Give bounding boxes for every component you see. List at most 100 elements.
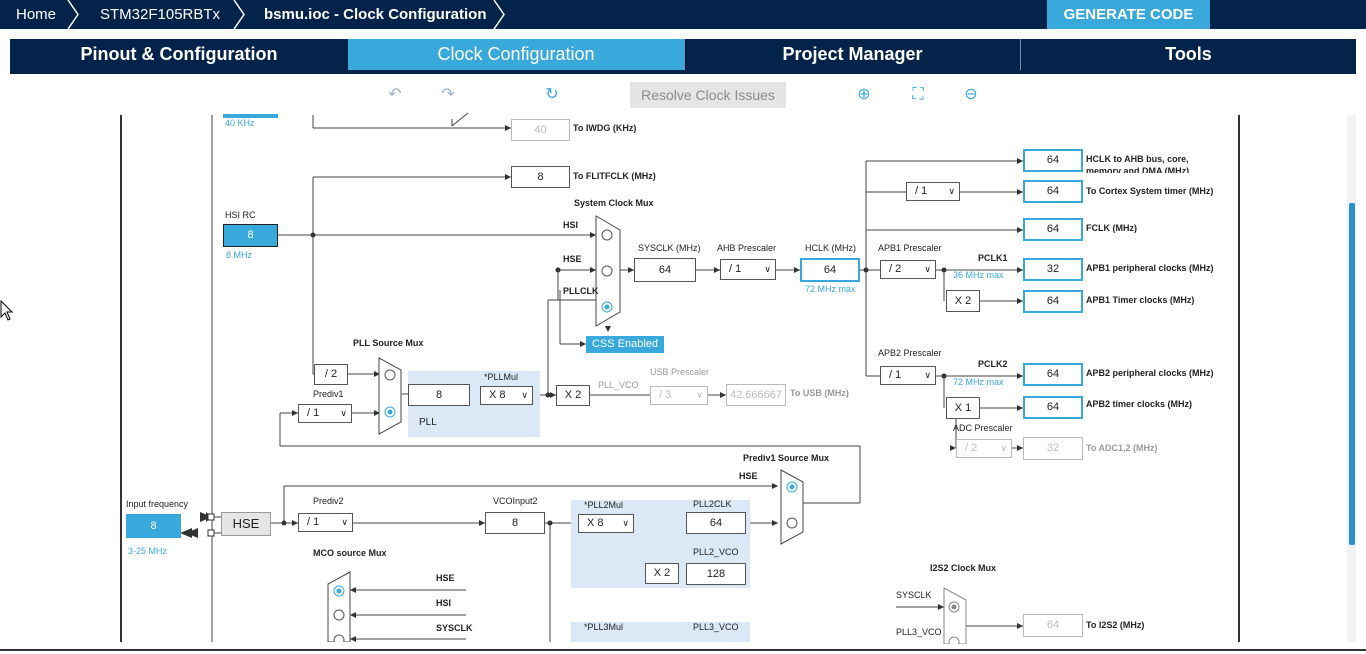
hclk-ahb-output: 64 [1023,149,1083,172]
apb1-timer-multiplier: X 2 [946,290,980,312]
pll2-vco-multiplier: X 2 [645,563,679,584]
apb1-timer-label: APB1 Timer clocks (MHz) [1086,295,1195,305]
mouse-cursor-icon [0,300,14,321]
hsi-rc-label: HSI RC [225,210,256,220]
vcoinput2-value: 8 [485,512,545,534]
apb1-prescaler-label: APB1 Prescaler [878,243,942,253]
usb-prescaler-label: USB Prescaler [650,367,710,377]
pll2-vco-label: PLL2_VCO [693,547,739,557]
prediv2-label: Prediv2 [313,496,344,506]
chevron-down-icon: ∨ [341,517,348,527]
i2s2-pll3-label: PLL3_VCO [896,627,942,637]
hclk-max: 72 MHz max [805,284,856,294]
chevron-down-icon: ∨ [340,408,347,418]
iwdg-label: To IWDG (KHz) [573,123,637,133]
mco-hse-label: HSE [436,573,455,583]
hsi-div2: / 2 [314,364,348,385]
lsi-frequency: 40 KHz [225,118,255,128]
apb2-prescaler-select[interactable]: / 1 ∨ [880,366,936,385]
hclk-ahb-label: HCLK to AHB bus, core, memory and DMA (M… [1086,154,1190,173]
chevron-down-icon: ∨ [1000,443,1007,453]
usb-output: 42.666667 [726,384,786,406]
apb2-timer-output: 64 [1023,396,1083,419]
i2s2-sysclk-label: SYSCLK [896,590,932,600]
pll-input-value: 8 [408,384,470,406]
iwdg-value: 40 [511,119,570,141]
system-clock-mux [595,215,621,327]
chevron-down-icon: ∨ [924,370,931,380]
pllmul-select[interactable]: X 8 ∨ [480,386,533,405]
pclk2-label: PCLK2 [978,359,1008,369]
sysclk-value: 64 [634,258,696,282]
pclk1-label: PCLK1 [978,253,1008,263]
hse-oscillator[interactable]: HSE [221,512,271,536]
chevron-down-icon: ∨ [924,264,931,274]
adc-output: 32 [1023,437,1083,460]
mco-sysclk-label: SYSCLK [436,623,473,633]
prediv1-select[interactable]: / 1 ∨ [298,404,352,423]
pll2mul-label: *PLL2Mul [584,500,624,510]
pll-vco-multiplier: X 2 [556,385,590,406]
pllmul-label: *PLLMul [484,372,519,382]
fclk-label: FCLK (MHz) [1086,223,1137,233]
chevron-down-icon: ∨ [764,264,771,274]
prediv1-source-hse: HSE [739,471,758,481]
apb2-prescaler-label: APB2 Prescaler [878,348,942,358]
prediv2-select[interactable]: / 1 ∨ [298,513,353,532]
pll2mul-select[interactable]: X 8 ∨ [578,514,634,533]
i2s2-clock-mux [943,587,967,644]
pll-source-mux [378,357,402,435]
input-frequency-input[interactable]: 8 [126,514,181,538]
ahb-prescaler-select[interactable]: / 1 ∨ [720,259,776,280]
pclk1-max: 36 MHz max [953,270,1004,280]
i2s2-output-label: To I2S2 (MHz) [1086,620,1145,630]
pll-vco-label: PLL_VCO [598,380,639,390]
hclk-input[interactable]: 64 [800,258,860,282]
flitfclk-value: 8 [511,166,570,188]
apb1-prescaler-select[interactable]: / 2 ∨ [880,260,936,279]
pll-source-mux-label: PLL Source Mux [353,338,424,348]
apb2-timer-multiplier: X 1 [946,397,980,419]
adc-output-label: To ADC1,2 (MHz) [1086,443,1158,453]
fclk-output: 64 [1023,218,1083,241]
vcoinput2-label: VCOInput2 [493,496,538,506]
sysclk-label: SYSCLK (MHz) [638,243,701,253]
cortex-timer-output: 64 [1023,180,1083,203]
pll2clk-label: PLL2CLK [693,499,732,509]
ahb-prescaler-label: AHB Prescaler [717,243,777,253]
usb-prescaler-select[interactable]: / 3 ∨ [650,386,708,405]
mco-source-mux-label: MCO source Mux [313,548,387,558]
chevron-down-icon: ∨ [521,390,528,400]
apb2-peripheral-output: 64 [1023,363,1083,386]
bottom-divider [0,649,1366,651]
pll2-vco-value: 128 [686,563,746,585]
cortex-timer-label: To Cortex System timer (MHz) [1086,186,1214,196]
mux-pllclk-label: PLLCLK [563,286,599,296]
pclk2-max: 72 MHz max [953,377,1004,387]
pll3-vco-label: PLL3_VCO [693,622,739,632]
system-clock-mux-label: System Clock Mux [574,198,654,208]
mco-hsi-label: HSI [436,598,452,608]
input-frequency-range: 3-25 MHz [128,546,168,556]
prediv1-label: Prediv1 [313,389,344,399]
apb2-timer-label: APB2 timer clocks (MHz) [1086,399,1193,409]
apb1-peripheral-label: APB1 peripheral clocks (MHz) [1086,263,1214,273]
cortex-divider-select[interactable]: / 1 ∨ [906,182,960,201]
adc-prescaler-label: ADC Prescaler [953,423,1013,433]
apb1-peripheral-output: 32 [1023,258,1083,281]
prediv1-source-mux-label: Prediv1 Source Mux [743,453,830,463]
prediv1-source-mux [780,469,804,545]
usb-output-label: To USB (MHz) [790,388,849,398]
pll3mul-label: *PLL3Mul [584,622,624,632]
hsi-frequency: 8 MHz [226,250,253,260]
i2s2-clock-mux-label: I2S2 Clock Mux [930,563,997,573]
css-enabled-button[interactable]: CSS Enabled [586,336,664,353]
mco-source-mux [327,571,351,642]
adc-prescaler-select[interactable]: / 2 ∨ [956,439,1012,458]
chevron-down-icon: ∨ [696,390,703,400]
input-frequency-label: Input frequency [126,499,189,509]
pll-label: PLL [419,417,437,428]
hsi-rc-value: 8 [223,224,278,247]
hclk-label: HCLK (MHz) [805,243,856,253]
pll2clk-value: 64 [686,512,746,534]
